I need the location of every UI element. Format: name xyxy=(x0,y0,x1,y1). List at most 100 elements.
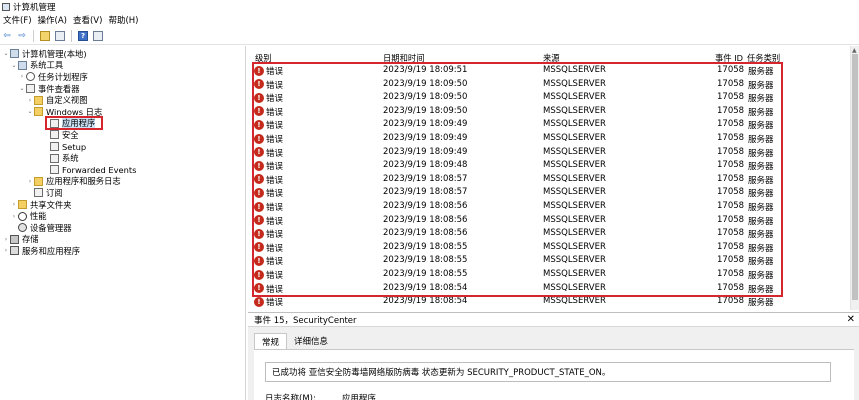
error-icon: ! xyxy=(254,296,264,307)
back-arrow-icon[interactable]: ⇦ xyxy=(1,30,13,42)
tree-node[interactable]: 系统 xyxy=(42,152,79,164)
log-icon xyxy=(26,84,35,94)
tree-node[interactable]: › 应用程序和服务日志 xyxy=(26,176,121,188)
cell-datetime: 2023/9/19 18:08:54 xyxy=(383,296,468,307)
help-icon[interactable]: ? xyxy=(77,30,89,42)
show-hide-tree-icon[interactable] xyxy=(54,30,66,42)
tree-node-label: 任务计划程序 xyxy=(38,71,88,82)
tree-node[interactable]: › 自定义视图 xyxy=(26,94,88,106)
computer-management-icon xyxy=(2,2,10,11)
cell-source: MSSQLSERVER xyxy=(543,296,606,307)
properties-icon[interactable] xyxy=(92,30,104,42)
folder-icon xyxy=(34,95,43,105)
tree-node-label: 自定义视图 xyxy=(46,95,88,106)
folder-icon xyxy=(18,200,27,210)
chevron-down-icon[interactable]: ⌄ xyxy=(18,85,26,92)
folder-icon xyxy=(34,107,43,117)
tree-node[interactable]: ⌄ 事件查看器 xyxy=(18,83,80,95)
log-icon xyxy=(50,142,59,152)
tree-node[interactable]: › 任务计划程序 xyxy=(18,71,88,83)
tree-node-label: 存储 xyxy=(22,234,39,245)
nope-icon xyxy=(18,211,27,221)
toolbar-separator xyxy=(71,29,72,42)
chevron-right-icon[interactable]: › xyxy=(2,247,10,254)
toolbar: ⇦ ⇨ ? xyxy=(0,27,859,45)
log-name-value: 应用程序 xyxy=(341,394,376,400)
navigation-tree: ⌄ 计算机管理(本地) ⌄ 系统工具 › 任务计划程序 ⌄ 事件查看器 › 自定义视图 ⌄ Windo… xyxy=(0,46,246,400)
event-message: 已成功将 亚信安全防毒墙网络版防病毒 状态更新为 SECURITY_PRODUC… xyxy=(265,362,831,382)
tree-node-label: 共享文件夹 xyxy=(30,199,72,210)
chevron-right-icon[interactable]: › xyxy=(26,178,34,185)
up-folder-icon[interactable] xyxy=(39,30,51,42)
pc-icon xyxy=(10,49,19,59)
chevron-right-icon[interactable]: › xyxy=(10,213,18,220)
tree-node[interactable]: ⌄ 计算机管理(本地) xyxy=(2,48,86,60)
tree-node-label: 设备管理器 xyxy=(30,222,72,233)
tree-node[interactable]: › 服务和应用程序 xyxy=(2,245,80,257)
clock-icon xyxy=(26,72,35,82)
tree-node[interactable]: 订阅 xyxy=(26,187,63,199)
tree-node[interactable]: › 共享文件夹 xyxy=(10,199,72,211)
scroll-thumb[interactable] xyxy=(852,54,858,300)
tree-node-label: 订阅 xyxy=(46,187,63,198)
tab-general[interactable]: 常规 xyxy=(254,333,288,349)
tree-node-label: 系统 xyxy=(62,153,79,164)
tree-node-label: 安全 xyxy=(62,129,79,140)
disk-icon xyxy=(10,234,19,244)
folder-icon xyxy=(34,176,43,186)
tree-node[interactable]: 安全 xyxy=(42,129,79,141)
event-list: 级别 日期和时间 来源 事件 ID 任务类别 ! 错误 2023/9/19 18:0… xyxy=(250,46,859,310)
forward-arrow-icon[interactable]: ⇨ xyxy=(16,30,28,42)
tree-node[interactable]: Forwarded Events xyxy=(42,164,136,176)
gear-icon xyxy=(18,223,27,233)
toolbar-separator xyxy=(33,29,34,42)
cell-level: 错误 xyxy=(266,298,284,309)
tree-node[interactable]: Setup xyxy=(42,141,86,153)
tree-node-label: 应用程序和服务日志 xyxy=(46,176,121,187)
detail-title: 事件 15，SecurityCenter xyxy=(254,315,357,326)
menu-action[interactable]: 操作(A) xyxy=(37,14,72,26)
cell-task-category: 服务器 xyxy=(748,298,774,309)
chevron-right-icon[interactable]: › xyxy=(10,201,18,208)
detail-body: 已成功将 亚信安全防毒墙网络版防病毒 状态更新为 SECURITY_PRODUC… xyxy=(254,349,854,400)
tree-node-label: Forwarded Events xyxy=(62,164,137,175)
detail-title-bar: 事件 15，SecurityCenter ✕ xyxy=(248,313,859,327)
title-bar: 计算机管理 xyxy=(0,0,859,13)
menu-view[interactable]: 查看(V) xyxy=(72,14,107,26)
menu-bar: 文件(F) 操作(A) 查看(V) 帮助(H) xyxy=(0,13,859,27)
table-row[interactable]: ! 错误 2023/9/19 18:08:54 MSSQLSERVER 17058 服务器 xyxy=(250,295,850,309)
list-scrollbar[interactable]: ▲ xyxy=(850,46,859,310)
tree-node-label: 服务和应用程序 xyxy=(22,245,81,256)
log-name-row: 日志名称(M): 应用程序 xyxy=(265,392,376,400)
tree-node[interactable]: ⌄ 系统工具 xyxy=(10,60,63,72)
event-detail-pane: 事件 15，SecurityCenter ✕ 常规 详细信息 已成功将 亚信安全… xyxy=(248,312,859,400)
tree-node-label: 事件查看器 xyxy=(38,83,80,94)
menu-file[interactable]: 文件(F) xyxy=(2,14,37,26)
tree-node[interactable]: › 存储 xyxy=(2,234,39,246)
scroll-up-icon[interactable]: ▲ xyxy=(852,47,857,54)
log-icon xyxy=(34,188,43,198)
tree-node-label: 系统工具 xyxy=(30,60,64,71)
log-icon xyxy=(50,130,59,140)
chevron-down-icon[interactable]: ⌄ xyxy=(2,50,10,57)
tree-node-label: 性能 xyxy=(30,211,47,222)
selected-node-highlight xyxy=(45,116,103,130)
tree-node[interactable]: › 性能 xyxy=(10,210,47,222)
highlighted-rows-frame xyxy=(252,62,783,297)
cell-event-id: 17058 xyxy=(717,296,745,307)
chevron-down-icon[interactable]: ⌄ xyxy=(10,62,18,69)
chevron-down-icon[interactable]: ⌄ xyxy=(26,108,34,115)
log-icon xyxy=(50,153,59,163)
detail-tabs: 常规 详细信息 xyxy=(254,333,335,349)
log-name-label: 日志名称(M): xyxy=(265,394,316,400)
log-icon xyxy=(50,165,59,175)
chevron-right-icon[interactable]: › xyxy=(2,236,10,243)
window-title: 计算机管理 xyxy=(13,2,56,13)
svc-icon xyxy=(10,246,19,256)
tab-details[interactable]: 详细信息 xyxy=(287,333,335,349)
tree-node[interactable]: 设备管理器 xyxy=(10,222,72,234)
menu-help[interactable]: 帮助(H) xyxy=(107,14,143,26)
chevron-right-icon[interactable]: › xyxy=(18,73,26,80)
chevron-right-icon[interactable]: › xyxy=(26,97,34,104)
close-icon[interactable]: ✕ xyxy=(847,314,855,325)
